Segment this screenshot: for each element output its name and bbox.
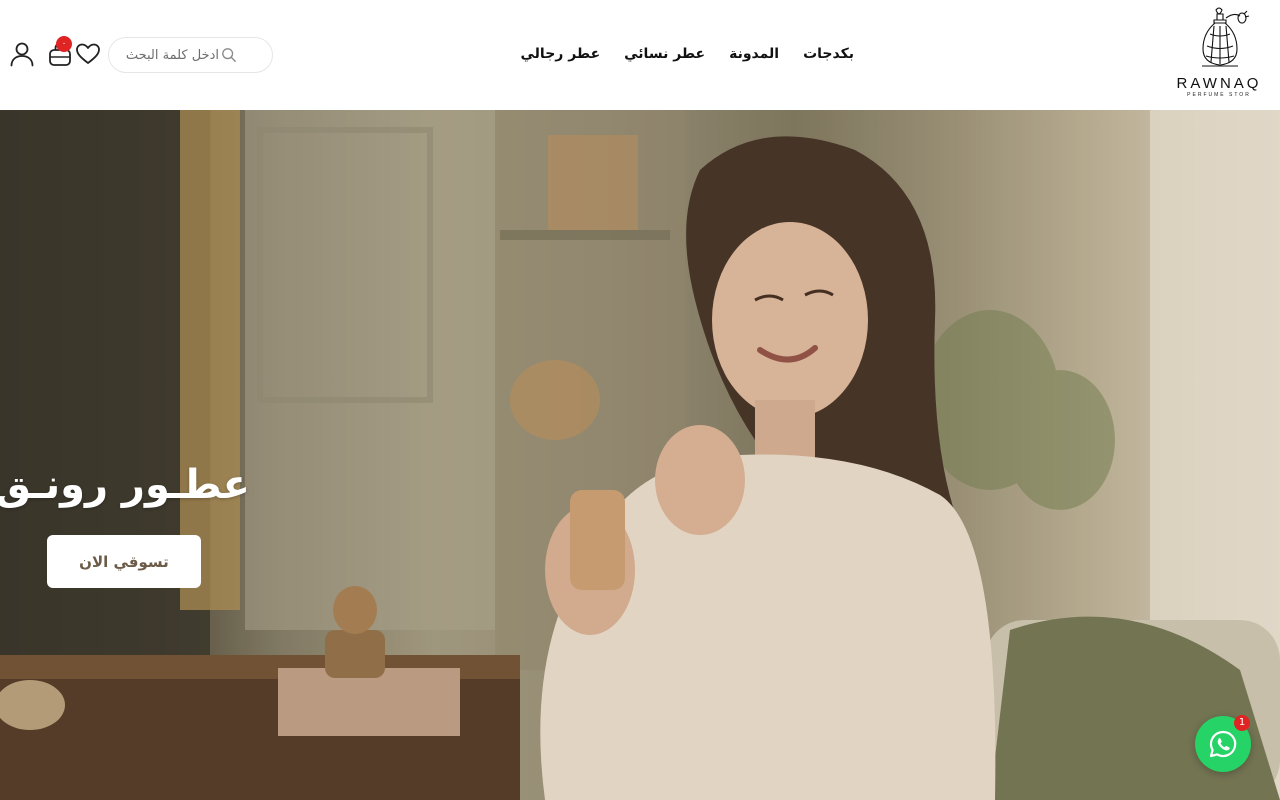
wishlist-button[interactable] (74, 40, 102, 68)
whatsapp-chat-button[interactable]: 1 (1195, 715, 1251, 772)
search-input[interactable] (109, 43, 219, 67)
hero-banner: عطـور رونـق تسوقي الان (0, 110, 1280, 800)
brand-name: RAWNAQ (1176, 75, 1262, 92)
nav-item-packages[interactable]: بكدجات (803, 43, 854, 65)
search-box (108, 37, 273, 73)
user-icon (10, 42, 34, 67)
nav-item-blog[interactable]: المدونة (729, 43, 779, 65)
nav-item-men-perfume[interactable]: عطر رجالي (521, 43, 601, 65)
account-button[interactable] (8, 40, 36, 68)
brand-tagline: PERFUME STOR (1187, 92, 1251, 98)
cart-button[interactable]: ٠ (46, 36, 74, 68)
site-header: RAWNAQ PERFUME STOR عطر رجالي عطر نسائي … (0, 0, 1280, 110)
nav-item-women-perfume[interactable]: عطر نسائي (624, 43, 705, 65)
heart-icon (76, 43, 100, 64)
main-nav: عطر رجالي عطر نسائي المدونة بكدجات (521, 43, 854, 65)
brand-logo[interactable]: RAWNAQ PERFUME STOR (1168, 4, 1270, 104)
whatsapp-icon (1209, 730, 1237, 758)
cart-count-badge: ٠ (56, 36, 72, 52)
hero-background-image (0, 110, 1280, 800)
hero-title: عطـور رونـق (0, 462, 250, 508)
search-icon[interactable] (219, 46, 237, 64)
shop-now-button[interactable]: تسوقي الان (47, 535, 201, 588)
perfume-bottle-logo-icon (1202, 7, 1250, 67)
whatsapp-notification-badge: 1 (1234, 715, 1250, 731)
